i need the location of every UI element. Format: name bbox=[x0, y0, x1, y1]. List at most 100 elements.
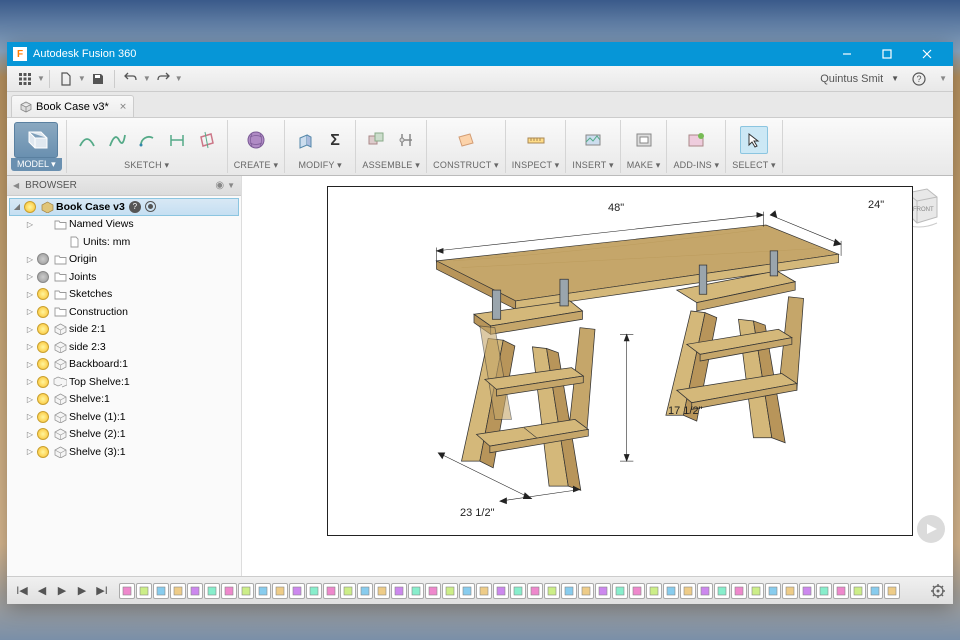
tree-item[interactable]: ▷Sketches bbox=[9, 286, 239, 304]
timeline-feature[interactable] bbox=[544, 583, 560, 599]
tree-item[interactable]: ▷Backboard:1 bbox=[9, 356, 239, 374]
tree-item[interactable]: ▷Named Views bbox=[9, 216, 239, 234]
timeline-feature[interactable] bbox=[561, 583, 577, 599]
tree-item[interactable]: ▷Shelve (2):1 bbox=[9, 426, 239, 444]
timeline-feature[interactable] bbox=[136, 583, 152, 599]
timeline-feature[interactable] bbox=[357, 583, 373, 599]
timeline-feature[interactable] bbox=[595, 583, 611, 599]
help-icon[interactable]: ? bbox=[907, 68, 931, 90]
timeline-feature[interactable] bbox=[765, 583, 781, 599]
timeline-feature[interactable] bbox=[816, 583, 832, 599]
timeline-feature[interactable] bbox=[510, 583, 526, 599]
timeline-feature[interactable] bbox=[663, 583, 679, 599]
close-button[interactable] bbox=[907, 42, 947, 66]
insert-decal-icon[interactable] bbox=[579, 126, 607, 154]
tree-root[interactable]: ◢ Book Case v3 ? bbox=[9, 198, 239, 216]
timeline-feature[interactable] bbox=[731, 583, 747, 599]
timeline-feature[interactable] bbox=[680, 583, 696, 599]
minimize-button[interactable] bbox=[827, 42, 867, 66]
timeline-feature[interactable] bbox=[612, 583, 628, 599]
timeline-feature[interactable] bbox=[782, 583, 798, 599]
gear-icon[interactable]: ◉ bbox=[215, 180, 224, 191]
play-badge-icon[interactable] bbox=[917, 515, 945, 543]
create-box-icon[interactable] bbox=[242, 126, 270, 154]
tree-item[interactable]: ▷Origin bbox=[9, 251, 239, 269]
timeline-feature[interactable] bbox=[272, 583, 288, 599]
timeline-feature[interactable] bbox=[714, 583, 730, 599]
timeline-feature[interactable] bbox=[459, 583, 475, 599]
redo-icon[interactable] bbox=[151, 68, 175, 90]
timeline-feature[interactable] bbox=[306, 583, 322, 599]
maximize-button[interactable] bbox=[867, 42, 907, 66]
model-workspace-button[interactable] bbox=[14, 122, 58, 158]
assemble-asbuilt-icon[interactable] bbox=[392, 126, 420, 154]
timeline-feature[interactable] bbox=[850, 583, 866, 599]
tree-item[interactable]: ▷Shelve:1 bbox=[9, 391, 239, 409]
timeline-feature[interactable] bbox=[323, 583, 339, 599]
undo-icon[interactable] bbox=[119, 68, 143, 90]
tab-close-icon[interactable]: ✕ bbox=[119, 101, 127, 112]
tree-item[interactable]: ▷Top Shelve:1 bbox=[9, 373, 239, 391]
timeline-feature[interactable] bbox=[646, 583, 662, 599]
timeline-feature[interactable] bbox=[748, 583, 764, 599]
timeline-feature[interactable] bbox=[255, 583, 271, 599]
timeline-end-icon[interactable]: ▶I bbox=[93, 582, 111, 600]
construct-plane-icon[interactable] bbox=[452, 126, 480, 154]
sketch-plane-icon[interactable] bbox=[193, 126, 221, 154]
browser-header[interactable]: ◀ BROWSER ◉ ▼ bbox=[7, 176, 241, 196]
timeline-next-icon[interactable]: ▶ bbox=[73, 582, 91, 600]
timeline-feature[interactable] bbox=[442, 583, 458, 599]
timeline-feature[interactable] bbox=[578, 583, 594, 599]
timeline-feature[interactable] bbox=[476, 583, 492, 599]
timeline-items[interactable] bbox=[113, 583, 927, 599]
model-preview[interactable]: 48" 24" 17 1/2" 23 1/2" 14" bbox=[327, 186, 913, 536]
timeline-feature[interactable] bbox=[833, 583, 849, 599]
file-icon[interactable] bbox=[54, 68, 78, 90]
timeline-feature[interactable] bbox=[629, 583, 645, 599]
timeline-feature[interactable] bbox=[425, 583, 441, 599]
timeline-feature[interactable] bbox=[221, 583, 237, 599]
timeline-settings-icon[interactable] bbox=[929, 582, 947, 600]
tree-item[interactable]: Units: mm bbox=[9, 233, 239, 251]
tree-item[interactable]: ▷Shelve (3):1 bbox=[9, 443, 239, 461]
timeline-feature[interactable] bbox=[867, 583, 883, 599]
modify-presspull-icon[interactable] bbox=[291, 126, 319, 154]
timeline-feature[interactable] bbox=[187, 583, 203, 599]
timeline-prev-icon[interactable]: ◀ bbox=[33, 582, 51, 600]
sketch-arc-icon[interactable] bbox=[133, 126, 161, 154]
timeline-feature[interactable] bbox=[391, 583, 407, 599]
document-tab[interactable]: Book Case v3* ✕ bbox=[11, 95, 134, 117]
make-print-icon[interactable] bbox=[630, 126, 658, 154]
viewport[interactable]: FRONT bbox=[242, 176, 953, 576]
timeline-feature[interactable] bbox=[884, 583, 900, 599]
timeline-feature[interactable] bbox=[527, 583, 543, 599]
timeline-feature[interactable] bbox=[408, 583, 424, 599]
timeline-feature[interactable] bbox=[170, 583, 186, 599]
apps-icon[interactable] bbox=[13, 68, 37, 90]
inspect-measure-icon[interactable] bbox=[522, 126, 550, 154]
tree-item[interactable]: ▷Joints bbox=[9, 268, 239, 286]
timeline-feature[interactable] bbox=[289, 583, 305, 599]
timeline-play-icon[interactable]: ▶ bbox=[53, 582, 71, 600]
timeline-feature[interactable] bbox=[340, 583, 356, 599]
select-cursor-icon[interactable] bbox=[740, 126, 768, 154]
timeline-feature[interactable] bbox=[204, 583, 220, 599]
tree-item[interactable]: ▷Construction bbox=[9, 303, 239, 321]
modify-sigma-icon[interactable]: Σ bbox=[321, 126, 349, 154]
timeline-feature[interactable] bbox=[493, 583, 509, 599]
timeline-start-icon[interactable]: I◀ bbox=[13, 582, 31, 600]
tree-item[interactable]: ▷Shelve (1):1 bbox=[9, 408, 239, 426]
timeline-feature[interactable] bbox=[799, 583, 815, 599]
addins-store-icon[interactable] bbox=[682, 126, 710, 154]
tree-item[interactable]: ▷side 2:3 bbox=[9, 338, 239, 356]
timeline-feature[interactable] bbox=[238, 583, 254, 599]
sketch-line-icon[interactable] bbox=[73, 126, 101, 154]
timeline-feature[interactable] bbox=[119, 583, 135, 599]
timeline-feature[interactable] bbox=[153, 583, 169, 599]
save-icon[interactable] bbox=[86, 68, 110, 90]
sketch-dim-icon[interactable] bbox=[163, 126, 191, 154]
tree-item[interactable]: ▷side 2:1 bbox=[9, 321, 239, 339]
timeline-feature[interactable] bbox=[374, 583, 390, 599]
sketch-spline-icon[interactable] bbox=[103, 126, 131, 154]
timeline-feature[interactable] bbox=[697, 583, 713, 599]
